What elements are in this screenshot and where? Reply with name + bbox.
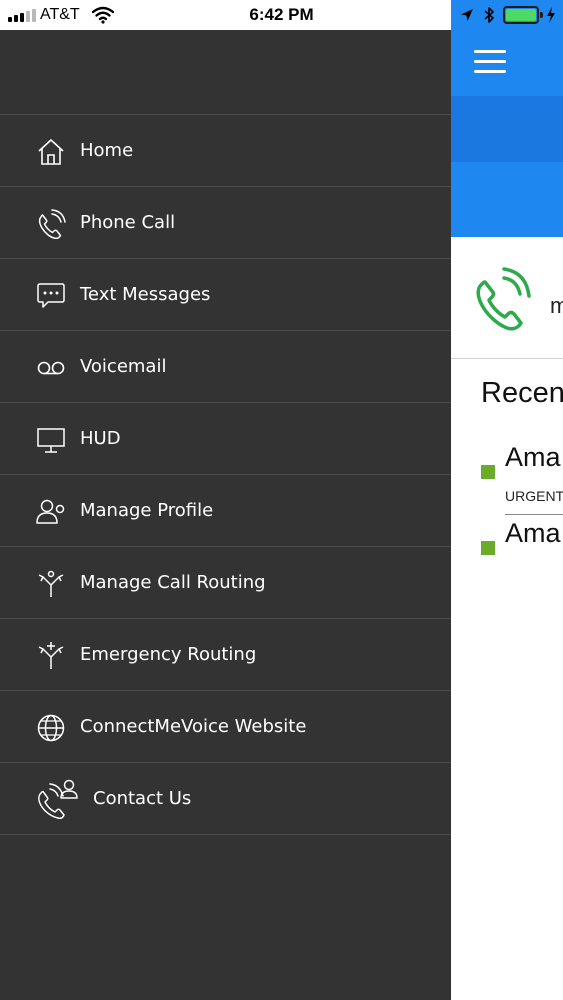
menu-item-label: Manage Profile — [80, 500, 214, 521]
battery-level — [506, 9, 536, 21]
recent-divider — [505, 514, 563, 515]
menu-item-home[interactable]: Home — [0, 115, 451, 187]
battery-tip — [540, 12, 543, 18]
call-routing-icon — [38, 570, 64, 597]
phone-call-card[interactable]: m — [451, 237, 563, 359]
menu-item-text-messages[interactable]: Text Messages — [0, 259, 451, 331]
menu-item-manage-call-routing[interactable]: Manage Call Routing — [0, 547, 451, 619]
battery-icon — [503, 6, 539, 24]
menu-item-voicemail[interactable]: Voicemail — [0, 331, 451, 403]
menu-item-contact-us[interactable]: Contact Us — [0, 763, 451, 835]
phone-call-card-text: m — [550, 293, 563, 318]
hamburger-menu-icon[interactable] — [474, 50, 506, 74]
drawer-menu: Home Phone Call Text Messages Voicemail … — [0, 114, 451, 835]
menu-item-label: Text Messages — [80, 284, 211, 305]
app-banner — [451, 162, 563, 237]
menu-item-website[interactable]: ConnectMeVoice Website — [0, 691, 451, 763]
menu-item-label: Contact Us — [93, 788, 192, 809]
home-icon — [38, 139, 64, 165]
recent-section-title: Recen — [481, 377, 563, 409]
phone-call-green-icon — [476, 267, 531, 331]
menu-item-label: Voicemail — [80, 356, 167, 377]
menu-item-hud[interactable]: HUD — [0, 403, 451, 475]
voicemail-icon — [37, 361, 65, 375]
menu-item-label: Phone Call — [80, 212, 176, 233]
contact-phone-icon — [38, 779, 78, 819]
menu-item-emergency-routing[interactable]: Emergency Routing — [0, 619, 451, 691]
recent-item-name: Ama — [505, 442, 561, 472]
menu-item-label: ConnectMeVoice Website — [80, 716, 307, 737]
menu-item-phone-call[interactable]: Phone Call — [0, 187, 451, 259]
status-dot — [481, 465, 495, 479]
globe-icon — [37, 714, 65, 742]
app-main-pane: m Recen Ama URGENT Ama — [451, 30, 563, 1000]
menu-item-label: HUD — [80, 428, 121, 449]
clock: 6:42 PM — [249, 5, 314, 24]
navigation-drawer: Home Phone Call Text Messages Voicemail … — [0, 30, 451, 1000]
status-bar: AT&T 6:42 PM — [0, 0, 563, 30]
menu-item-manage-profile[interactable]: Manage Profile — [0, 475, 451, 547]
app-tab-bar — [451, 96, 563, 162]
bluetooth-icon — [484, 7, 494, 23]
menu-item-label: Home — [80, 140, 134, 161]
menu-item-label: Manage Call Routing — [80, 572, 266, 593]
location-arrow-icon — [461, 9, 473, 21]
app-header — [451, 30, 563, 96]
menu-item-label: Emergency Routing — [80, 644, 257, 665]
phone-call-icon — [38, 209, 66, 239]
recent-item-subtitle: URGENT — [505, 488, 563, 504]
status-dot — [481, 541, 495, 555]
monitor-icon — [37, 428, 65, 453]
recent-item-name: Ama — [505, 518, 561, 548]
chat-bubble-icon — [37, 283, 65, 308]
emergency-routing-icon — [38, 642, 64, 669]
charging-bolt-icon — [547, 7, 555, 23]
profile-icon — [36, 499, 65, 524]
